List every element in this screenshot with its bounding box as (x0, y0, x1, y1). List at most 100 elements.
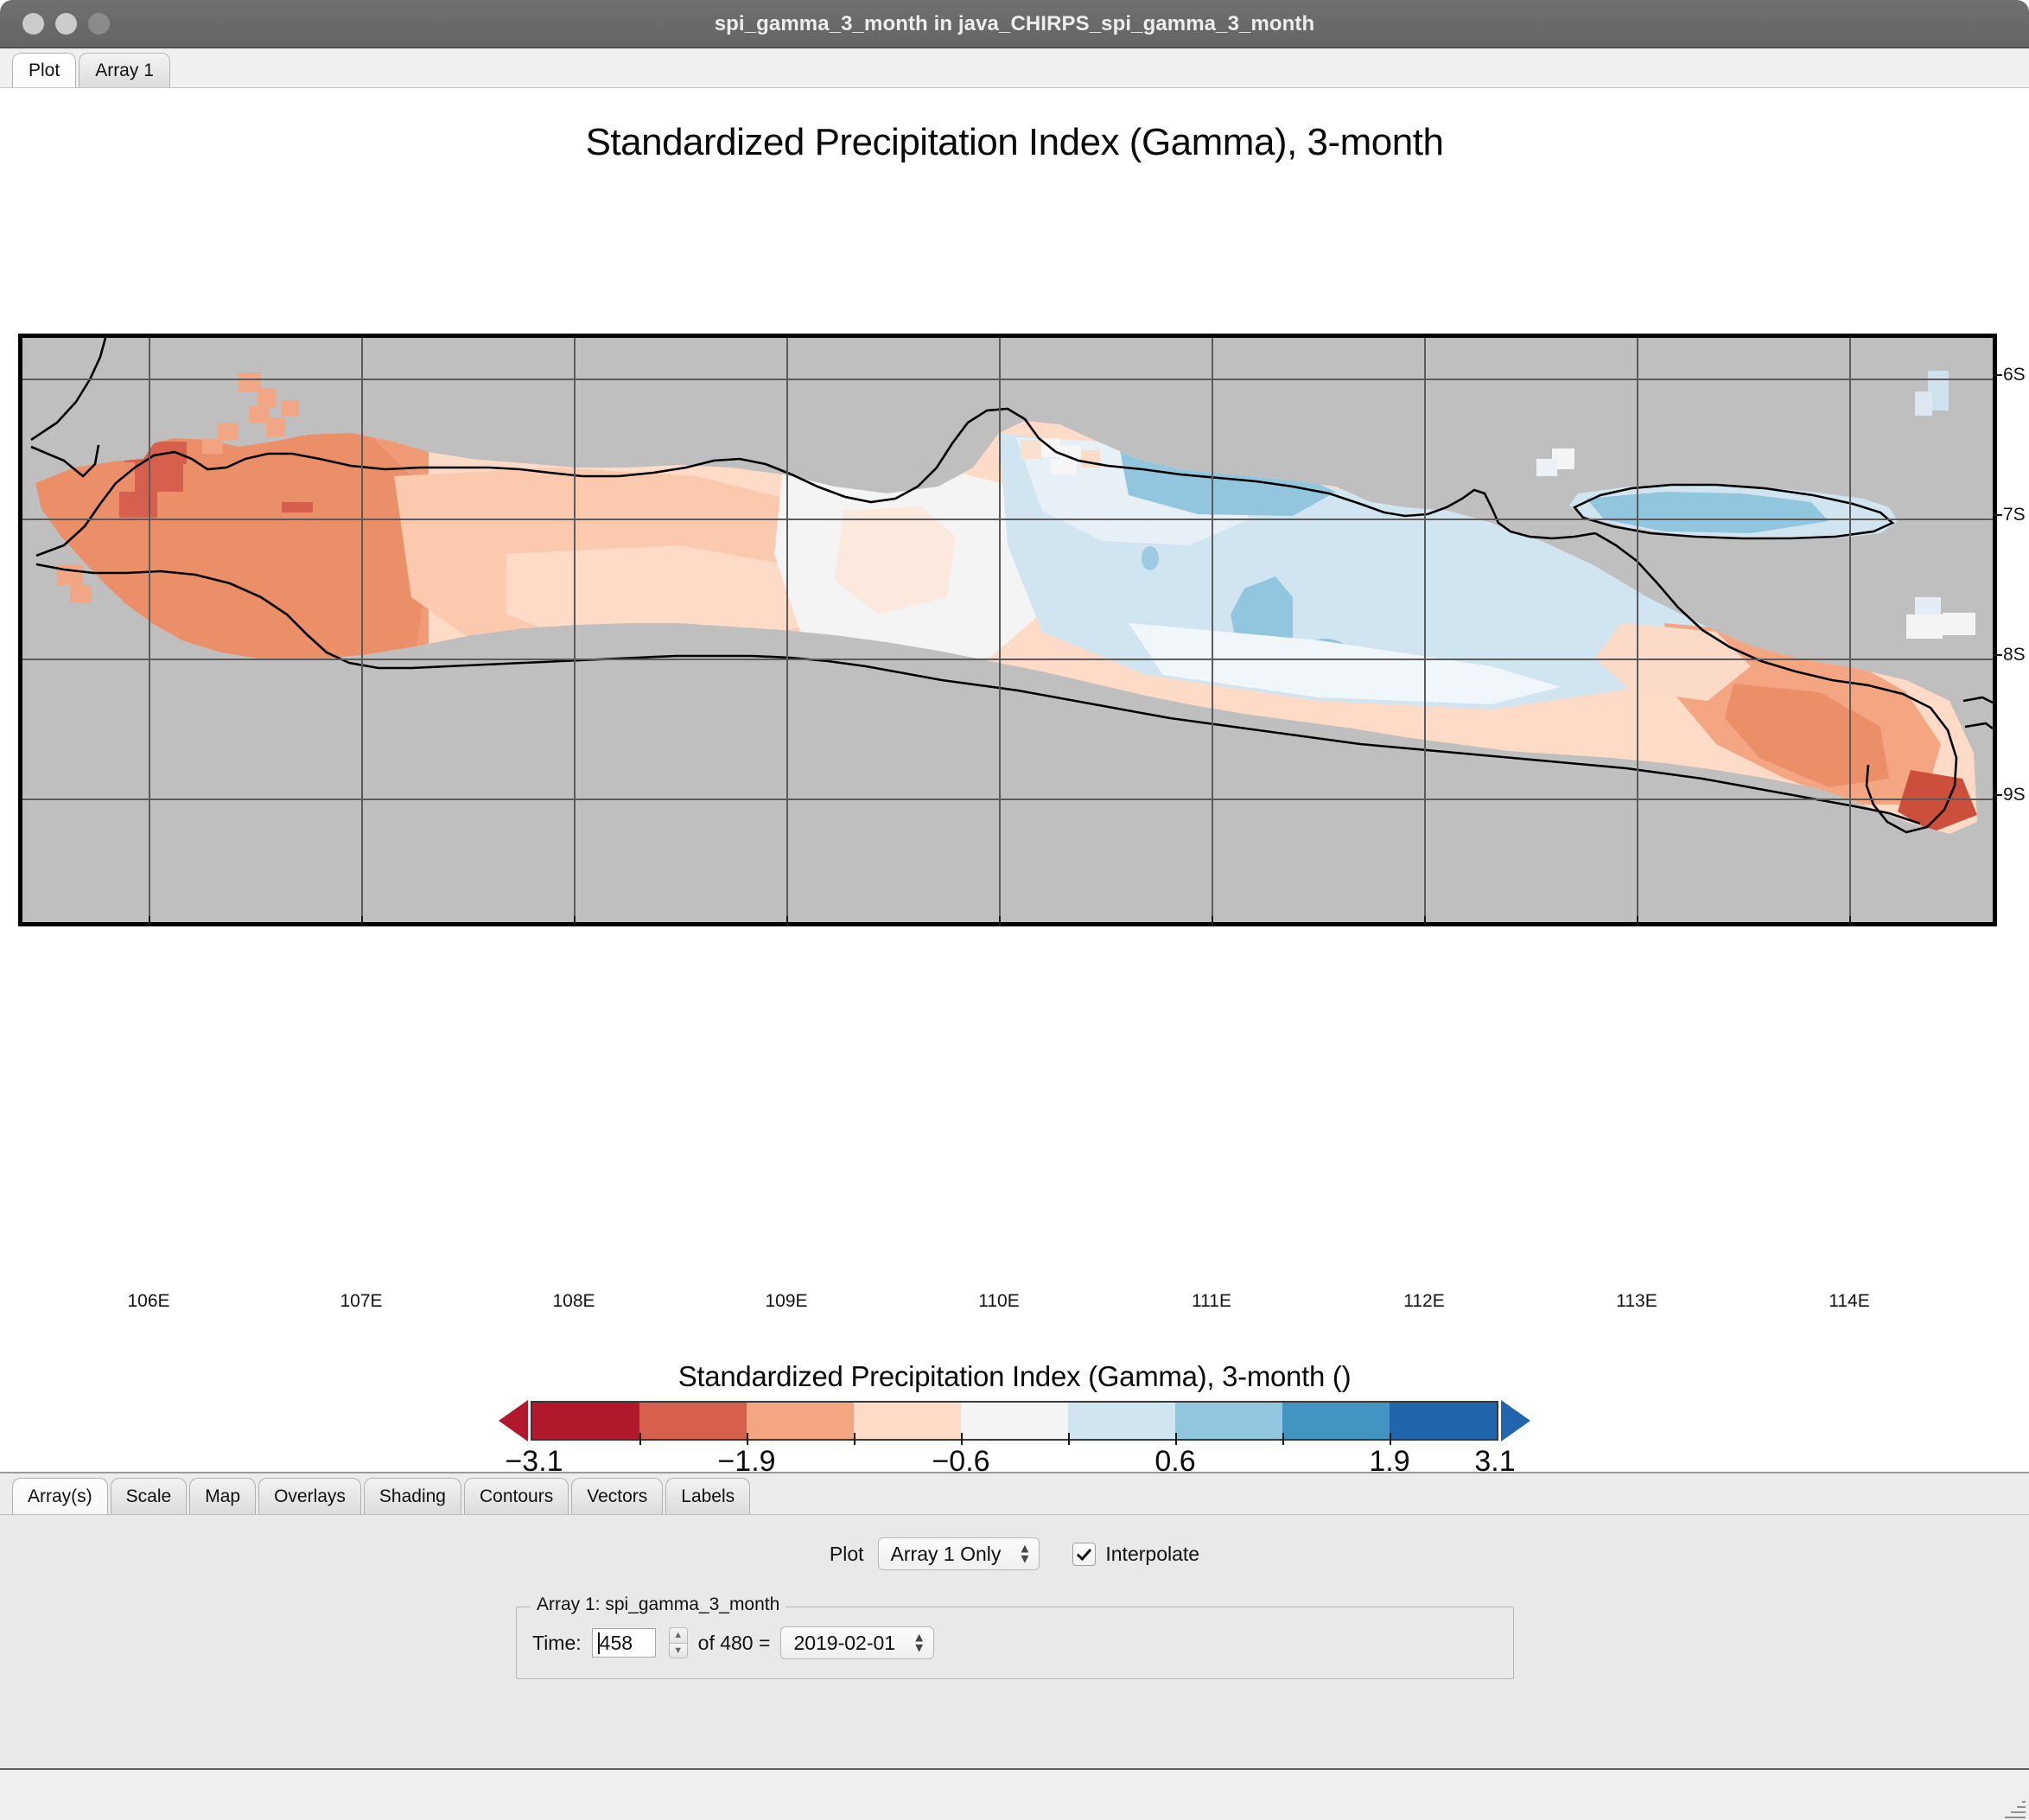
time-stepper-up[interactable]: ▲ (668, 1627, 688, 1643)
colorbar-band-1 (639, 1403, 747, 1439)
xtick-label-3: 109E (765, 1291, 808, 1311)
time-stepper[interactable]: ▲ ▼ (668, 1627, 688, 1658)
tab-map-label: Map (205, 1486, 241, 1506)
time-index-value: 458 (599, 1631, 633, 1654)
gridline-108E (574, 338, 576, 922)
status-bar (0, 1768, 2029, 1820)
colorbar-band-4 (961, 1403, 1068, 1439)
colorbar-band-0 (532, 1403, 639, 1439)
chevron-updown-icon-date: ▲ ▼ (913, 1630, 926, 1656)
array-1-group-title: Array 1: spi_gamma_3_month (531, 1594, 786, 1615)
window-controls (22, 13, 110, 35)
xtick-label-8: 114E (1829, 1291, 1870, 1311)
gridline-114E (1849, 338, 1851, 922)
plot-mode-select[interactable]: Array 1 Only ▲ ▼ (877, 1537, 1040, 1570)
chevron-updown-icon: ▲ ▼ (1018, 1541, 1032, 1567)
app-root: spi_gamma_3_month in java_CHIRPS_spi_gam… (0, 0, 2029, 1820)
tab-contours[interactable]: Contours (464, 1478, 569, 1514)
y-axis-ticks (1993, 334, 2005, 926)
ytick-label-3: 9S (2003, 785, 2026, 805)
plot-mode-value: Array 1 Only (890, 1542, 1002, 1565)
array-1-group: Array 1: spi_gamma_3_month Time: 458 ▲ ▼… (516, 1594, 1514, 1679)
control-panel: Array(s) Scale Map Overlays Shading Cont… (0, 1473, 2029, 1820)
date-select-value: 2019-02-01 (793, 1631, 896, 1654)
ytick-label-2: 8S (2003, 645, 2026, 665)
gridline-7S (22, 519, 1993, 520)
colorbar-band-list (531, 1401, 1498, 1441)
gridline-111E (1212, 338, 1213, 922)
tab-map[interactable]: Map (189, 1478, 257, 1514)
gridline-8S (22, 659, 1993, 660)
control-tab-bar: Array(s) Scale Map Overlays Shading Cont… (0, 1473, 2029, 1515)
interpolate-checkbox[interactable] (1072, 1542, 1097, 1566)
spi-heatmap-svg (22, 338, 1993, 922)
application-window: spi_gamma_3_month in java_CHIRPS_spi_gam… (0, 0, 2029, 1820)
tab-scale[interactable]: Scale (110, 1478, 188, 1514)
date-select[interactable]: 2019-02-01 ▲ ▼ (780, 1626, 935, 1659)
gridline-9S (22, 799, 1993, 800)
tab-overlays[interactable]: Overlays (258, 1478, 361, 1514)
tab-labels-label: Labels (681, 1486, 735, 1506)
gridline-110E (999, 338, 1001, 922)
time-total-label: of 480 = (697, 1631, 771, 1654)
tab-vectors[interactable]: Vectors (571, 1478, 664, 1514)
xtick-label-0: 106E (127, 1291, 170, 1311)
gridline-107E (361, 338, 363, 922)
tab-plot[interactable]: Plot (12, 53, 77, 87)
time-index-input[interactable]: 458 (591, 1628, 656, 1658)
tab-arrays[interactable]: Array(s) (12, 1478, 108, 1514)
close-button[interactable] (22, 13, 44, 35)
interpolate-checkbox-wrap[interactable]: Interpolate (1072, 1542, 1200, 1566)
gridline-112E (1424, 338, 1426, 922)
gridline-106E (149, 338, 150, 922)
interpolate-label: Interpolate (1105, 1542, 1200, 1565)
xtick-label-6: 112E (1403, 1291, 1445, 1311)
map-plot-frame[interactable] (18, 334, 1997, 926)
xtick-label-4: 110E (978, 1291, 1020, 1311)
xtick-label-1: 107E (340, 1291, 383, 1311)
text-caret (597, 1632, 600, 1654)
plot-mode-label: Plot (829, 1542, 864, 1565)
gridline-109E (786, 338, 788, 922)
resize-grip[interactable] (2003, 1798, 2026, 1820)
tab-labels[interactable]: Labels (665, 1478, 751, 1514)
xtick-label-5: 111E (1192, 1291, 1231, 1311)
xtick-label-7: 113E (1616, 1291, 1657, 1311)
top-tab-bar: Plot Array 1 (0, 48, 2029, 88)
tab-array-1-label: Array 1 (95, 60, 154, 80)
tab-contours-label: Contours (480, 1486, 554, 1506)
arrays-tab-body: Plot Array 1 Only ▲ ▼ Interpolate Array 1… (0, 1515, 2029, 1820)
title-bar[interactable]: spi_gamma_3_month in java_CHIRPS_spi_gam… (0, 0, 2029, 48)
gridline-113E (1637, 338, 1638, 922)
tab-plot-label: Plot (29, 60, 60, 80)
tab-shading-label: Shading (378, 1486, 446, 1506)
zoom-button[interactable] (88, 13, 110, 35)
colorbar-band-2 (747, 1403, 854, 1439)
time-stepper-down[interactable]: ▼ (668, 1642, 688, 1658)
colorbar-extend-high-arrow (1501, 1400, 1530, 1441)
colorbar-title: Standardized Precipitation Index (Gamma)… (677, 1360, 1352, 1392)
tab-shading[interactable]: Shading (363, 1478, 461, 1514)
gridline-6S (22, 379, 1993, 380)
plot-pane: Standardized Precipitation Index (Gamma)… (0, 88, 2029, 1517)
array-1-group-content: Time: 458 ▲ ▼ of 480 = 2019-02-01 ▲ ▼ (517, 1607, 1513, 1678)
minimize-button[interactable] (55, 13, 77, 35)
colorbar-band-3 (854, 1403, 961, 1439)
tab-array-1[interactable]: Array 1 (79, 53, 170, 87)
tab-vectors-label: Vectors (587, 1486, 648, 1506)
colorbar-swatches (0, 1400, 2029, 1441)
colorbar-band-8 (1390, 1403, 1497, 1439)
ytick-label-0: 6S (2003, 365, 2026, 385)
map-canvas (22, 338, 1993, 922)
tab-arrays-label: Array(s) (28, 1486, 92, 1506)
ytick-label-1: 7S (2003, 505, 2026, 525)
colorbar-band-5 (1068, 1403, 1175, 1439)
y-axis-labels: 6S 7S 8S 9S (2003, 334, 2029, 926)
xtick-label-2: 108E (552, 1291, 595, 1311)
tab-overlays-label: Overlays (274, 1486, 346, 1506)
colorbar-band-7 (1282, 1403, 1390, 1439)
plot-mode-row: Plot Array 1 Only ▲ ▼ Interpolate (0, 1537, 2029, 1570)
page-title: Standardized Precipitation Index (Gamma)… (585, 121, 1444, 163)
colorbar-extend-low-arrow (499, 1400, 528, 1441)
window-title: spi_gamma_3_month in java_CHIRPS_spi_gam… (714, 11, 1315, 35)
